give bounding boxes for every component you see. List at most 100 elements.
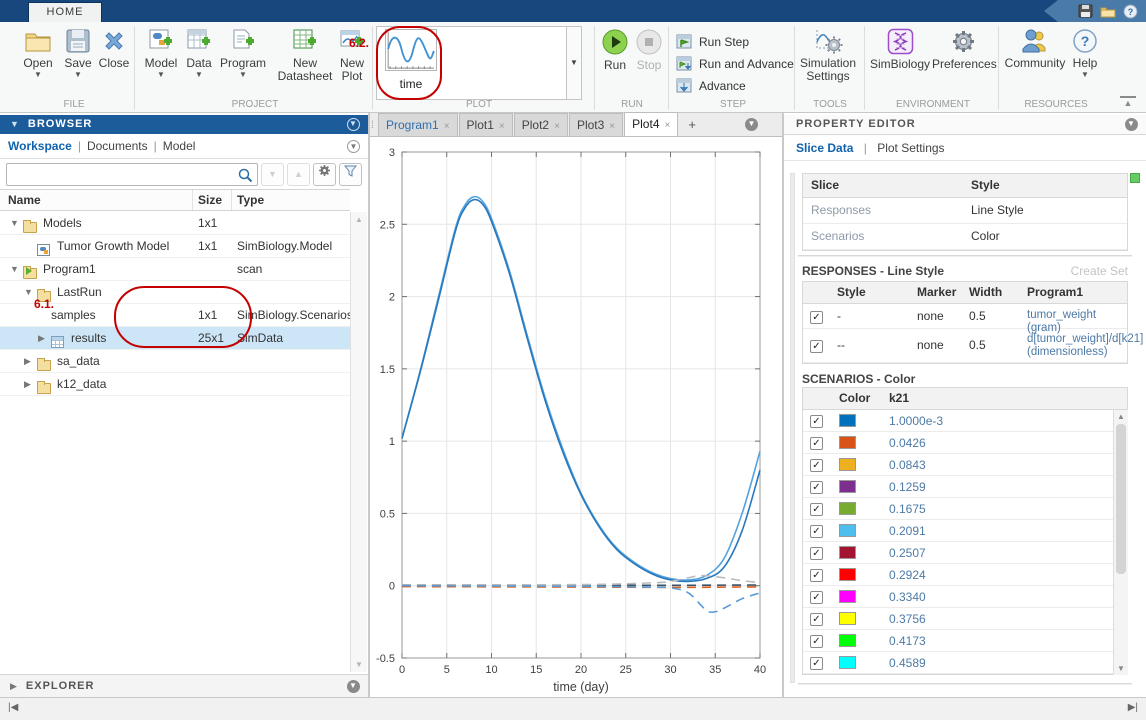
style-col-header[interactable]: Style	[971, 178, 1000, 192]
property-editor-scroll-strip[interactable]	[790, 173, 795, 683]
scenario-color-swatch[interactable]	[839, 413, 856, 428]
search-input[interactable]	[7, 163, 233, 185]
browser-menu-icon[interactable]: ▼	[347, 118, 360, 131]
response-width[interactable]: 0.5	[969, 338, 986, 352]
scenario-row-5[interactable]: ✓ 0.2091	[803, 520, 1127, 542]
preferences-button[interactable]: Preferences	[932, 28, 997, 71]
document-menu-icon[interactable]: ▼	[745, 118, 758, 131]
tree-row-models[interactable]: ▼ Models 1x1	[0, 212, 350, 235]
scenario-color-swatch[interactable]	[839, 523, 856, 538]
scenario-color-swatch[interactable]	[839, 479, 856, 494]
scenario-row-3[interactable]: ✓ 0.1259	[803, 476, 1127, 498]
slice-col-header[interactable]: Slice	[811, 178, 839, 192]
scenario-row-1[interactable]: ✓ 0.0426	[803, 432, 1127, 454]
scenario-visible-checkbox[interactable]: ✓	[810, 545, 823, 560]
scenario-color-swatch[interactable]	[839, 633, 856, 648]
tab-close-icon[interactable]: ×	[499, 121, 505, 132]
model-button[interactable]: Model ▼	[140, 28, 182, 79]
search-prev-button[interactable]: ▲	[287, 162, 310, 186]
help-button[interactable]: ? Help ▼	[1066, 28, 1104, 79]
scenarios-k21-header[interactable]: k21	[889, 391, 909, 405]
scenario-visible-checkbox[interactable]: ✓	[810, 501, 823, 516]
tree-row-sa_data[interactable]: ▶ sa_data	[0, 350, 350, 373]
scenario-k21-value[interactable]: 0.0426	[889, 436, 926, 450]
ribbon-tab-home[interactable]: HOME	[28, 2, 102, 22]
open-button[interactable]: Open ▼	[18, 28, 58, 79]
response-marker[interactable]: none	[917, 338, 944, 352]
data-dropdown-arrow[interactable]: ▼	[182, 70, 216, 79]
simbiology-button[interactable]: SimBiology	[868, 28, 932, 71]
new-datasheet-button[interactable]: New Datasheet	[276, 28, 334, 83]
collapse-node-icon[interactable]: ▼	[10, 258, 19, 281]
tree-item-label[interactable]: samples	[51, 304, 96, 327]
search-next-button[interactable]: ▼	[261, 162, 284, 186]
explorer-bar[interactable]: ▶ EXPLORER ▼	[0, 674, 368, 697]
response-line-style[interactable]: --	[837, 338, 845, 352]
tree-item-label[interactable]: results	[71, 327, 106, 350]
new-document-tab-button[interactable]: +	[679, 114, 705, 136]
expand-node-icon[interactable]: ▶	[24, 350, 31, 373]
tree-row-program1[interactable]: ▼ Program1 scan	[0, 258, 350, 281]
scenario-row-2[interactable]: ✓ 0.0843	[803, 454, 1127, 476]
expand-node-icon[interactable]: ▶	[24, 373, 31, 396]
scenario-row-0[interactable]: ✓ 1.0000e-3	[803, 410, 1127, 432]
run-and-advance-button[interactable]: Run and Advance	[676, 55, 794, 73]
slice-row-scenarios[interactable]: Scenarios Color	[803, 224, 1127, 250]
scenario-row-4[interactable]: ✓ 0.1675	[803, 498, 1127, 520]
close-button[interactable]: Close	[96, 28, 132, 70]
scenario-k21-value[interactable]: 0.4173	[889, 634, 926, 648]
document-tab-plot2[interactable]: Plot2 ×	[513, 113, 568, 136]
quick-save-icon[interactable]	[1078, 4, 1093, 18]
scenario-k21-value[interactable]: 1.0000e-3	[889, 414, 943, 428]
scenario-visible-checkbox[interactable]: ✓	[810, 567, 823, 582]
tab-close-icon[interactable]: ×	[609, 121, 615, 132]
collapse-toolstrip-icon[interactable]: ▲	[1120, 96, 1136, 108]
property-editor-header[interactable]: PROPERTY EDITOR ▼	[784, 115, 1146, 135]
create-set-button[interactable]: Create Set	[1071, 264, 1128, 278]
tab-workspace[interactable]: Workspace	[8, 139, 72, 153]
scenarios-scroll-up-icon[interactable]: ▲	[1114, 412, 1128, 421]
scenario-k21-value[interactable]: 0.3756	[889, 612, 926, 626]
scenario-visible-checkbox[interactable]: ✓	[810, 523, 823, 538]
scenario-visible-checkbox[interactable]: ✓	[810, 413, 823, 428]
scenario-k21-value[interactable]: 0.4589	[889, 656, 926, 670]
community-button[interactable]: Community	[1004, 28, 1066, 70]
model-dropdown-arrow[interactable]: ▼	[140, 70, 182, 79]
scenario-row-10[interactable]: ✓ 0.4173	[803, 630, 1127, 652]
col-name[interactable]: Name	[8, 193, 41, 207]
save-button[interactable]: Save ▼	[60, 28, 96, 79]
run-button[interactable]: Run	[599, 28, 631, 72]
responses-style-header[interactable]: Style	[837, 285, 866, 299]
scenario-k21-value[interactable]: 0.3340	[889, 590, 926, 604]
tree-item-label[interactable]: Program1	[43, 258, 96, 281]
quick-open-icon[interactable]	[1100, 5, 1116, 18]
responses-row-1[interactable]: ✓ -- none 0.5 d[tumor_weight]/d[k21] (dimens…	[803, 329, 1143, 363]
tree-item-label[interactable]: LastRun	[57, 281, 102, 304]
tab-close-icon[interactable]: ×	[665, 120, 671, 131]
tumor-weight-plot[interactable]: 0 5 10 15 20 25 30 35 40 -0.5 0 0.5 1 1.5 2 2.5 3 time (d…	[370, 137, 782, 697]
scenario-visible-checkbox[interactable]: ✓	[810, 611, 823, 626]
tab-plot-settings[interactable]: Plot Settings	[877, 141, 944, 155]
scenario-visible-checkbox[interactable]: ✓	[810, 435, 823, 450]
collapse-left-panel-icon[interactable]: |◀	[8, 702, 18, 713]
response-line-style[interactable]: -	[837, 309, 841, 323]
data-button[interactable]: Data ▼	[182, 28, 216, 79]
scenario-k21-value[interactable]: 0.2091	[889, 524, 926, 538]
filter-button[interactable]	[339, 162, 362, 186]
scenarios-scrollbar[interactable]: ▲ ▼	[1113, 410, 1128, 675]
search-icon[interactable]	[238, 168, 253, 183]
simulation-settings-button[interactable]: Simulation Settings	[796, 28, 860, 83]
search-settings-button[interactable]	[313, 162, 336, 186]
scenario-visible-checkbox[interactable]: ✓	[810, 457, 823, 472]
slice-style-value[interactable]: Color	[971, 229, 1000, 243]
responses-row-0[interactable]: ✓ - none 0.5 tumor_weight (gram)	[803, 304, 1127, 334]
scenario-color-swatch[interactable]	[839, 611, 856, 626]
tree-row-results[interactable]: ▶ results 25x1 SimData	[0, 327, 350, 350]
document-tab-plot3[interactable]: Plot3 ×	[568, 113, 624, 136]
tabbar-drag-handle[interactable]: ⁞	[371, 116, 377, 136]
save-dropdown-arrow[interactable]: ▼	[60, 70, 96, 79]
scenario-color-swatch[interactable]	[839, 589, 856, 604]
scenario-color-swatch[interactable]	[839, 655, 856, 670]
tree-item-label[interactable]: k12_data	[57, 373, 106, 396]
plot-gallery-dropdown[interactable]: ▼	[566, 27, 581, 99]
